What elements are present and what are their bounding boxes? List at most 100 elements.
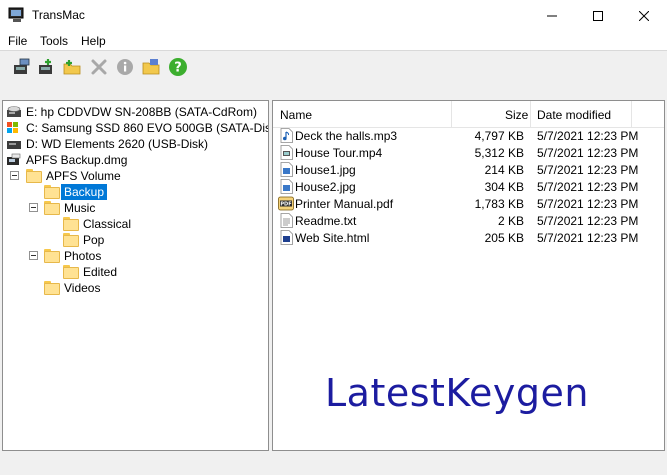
tree-item-classical[interactable]: Classical	[63, 216, 131, 232]
file-row[interactable]: House1.jpg 214 KB 5/7/2021 12:23 PM	[273, 161, 664, 178]
menu-file[interactable]: File	[8, 34, 27, 48]
file-name: Deck the halls.mp3	[295, 129, 398, 143]
help-icon: ?	[169, 58, 187, 76]
expander-apfs-volume[interactable]	[10, 171, 19, 180]
menu-bar: File Tools Help	[0, 31, 667, 51]
tree-item-drive-e[interactable]: E: hp CDDVDW SN-208BB (SATA-CdRom)	[6, 104, 257, 120]
usb-drive-icon	[6, 137, 22, 151]
file-row[interactable]: Readme.txt 2 KB 5/7/2021 12:23 PM	[273, 212, 664, 229]
pdf-file-icon: PDF	[278, 196, 294, 211]
tree-item-label: APFS Volume	[46, 169, 121, 183]
folder-icon	[63, 265, 79, 279]
folder-icon	[63, 233, 79, 247]
folder-icon	[44, 281, 60, 295]
column-header-size[interactable]: Size	[505, 108, 528, 122]
tree-item-disk-image[interactable]: APFS Backup.dmg	[6, 152, 127, 168]
file-date: 5/7/2021 12:23 PM	[537, 214, 639, 228]
tree-item-label-selected: Backup	[61, 184, 108, 200]
expander-photos[interactable]	[29, 251, 38, 260]
window-title: TransMac	[32, 8, 85, 22]
file-date: 5/7/2021 12:23 PM	[537, 129, 639, 143]
file-row[interactable]: House2.jpg 304 KB 5/7/2021 12:23 PM	[273, 178, 664, 195]
minimize-button[interactable]	[529, 0, 575, 31]
tree-item-label: Music	[64, 201, 96, 215]
file-name: Web Site.html	[295, 231, 370, 245]
file-size: 4,797 KB	[474, 129, 524, 143]
file-list[interactable]: Name Size Date modified Deck the halls.m…	[272, 100, 665, 451]
expander-music[interactable]	[29, 203, 38, 212]
help-button[interactable]: ?	[167, 56, 189, 78]
open-folder-button[interactable]	[140, 56, 162, 78]
tree-item-label: Pop	[83, 233, 105, 247]
tree-item-label: Photos	[64, 249, 102, 263]
delete-button[interactable]	[88, 56, 110, 78]
optical-drive-icon	[6, 105, 22, 119]
file-name: Printer Manual.pdf	[295, 197, 394, 211]
file-size: 304 KB	[484, 180, 524, 194]
file-row[interactable]: House Tour.mp4 5,312 KB 5/7/2021 12:23 P…	[273, 144, 664, 161]
close-button[interactable]	[621, 0, 667, 31]
system-drive-icon	[6, 121, 22, 135]
info-button[interactable]	[114, 56, 136, 78]
file-size: 205 KB	[484, 231, 524, 245]
open-disk-button[interactable]	[11, 56, 33, 78]
menu-help[interactable]: Help	[81, 34, 106, 48]
tree-item-label: E: hp CDDVDW SN-208BB (SATA-CdRom)	[26, 105, 257, 119]
column-divider[interactable]	[631, 101, 632, 127]
folder-icon	[44, 249, 60, 263]
new-folder-button[interactable]	[61, 56, 83, 78]
watermark-text: LatestKeygen	[325, 371, 589, 415]
tree-item-backup[interactable]: Backup	[44, 184, 108, 200]
folder-icon	[44, 201, 60, 215]
file-name: Readme.txt	[295, 214, 357, 228]
save-disk-icon	[39, 59, 52, 74]
file-row[interactable]: PDF Printer Manual.pdf 1,783 KB 5/7/2021…	[273, 195, 664, 212]
file-size: 1,783 KB	[474, 197, 524, 211]
title-bar: TransMac	[0, 0, 667, 31]
folder-tree[interactable]: E: hp CDDVDW SN-208BB (SATA-CdRom) C: Sa…	[2, 100, 269, 451]
column-divider[interactable]	[451, 101, 452, 127]
tree-item-drive-c[interactable]: C: Samsung SSD 860 EVO 500GB (SATA-Disk)	[6, 120, 268, 136]
list-header: Name Size Date modified	[273, 101, 664, 128]
file-date: 5/7/2021 12:23 PM	[537, 231, 639, 245]
file-size: 214 KB	[484, 163, 524, 177]
file-name: House1.jpg	[295, 163, 356, 177]
tree-item-label: D: WD Elements 2620 (USB-Disk)	[26, 137, 209, 151]
image-file-icon	[280, 162, 293, 177]
tree-item-pop[interactable]: Pop	[63, 232, 104, 248]
tree-item-edited[interactable]: Edited	[63, 264, 117, 280]
open-folder-icon	[142, 59, 160, 75]
file-date: 5/7/2021 12:23 PM	[537, 146, 639, 160]
file-size: 5,312 KB	[474, 146, 524, 160]
tree-item-videos[interactable]: Videos	[44, 280, 100, 296]
tree-item-apfs-volume[interactable]: APFS Volume	[26, 168, 121, 184]
audio-file-icon	[280, 128, 293, 143]
file-row[interactable]: Web Site.html 205 KB 5/7/2021 12:23 PM	[273, 229, 664, 246]
column-header-name[interactable]: Name	[280, 108, 312, 122]
tree-item-music[interactable]: Music	[44, 200, 95, 216]
maximize-icon	[593, 10, 603, 21]
toolbar: ?	[0, 52, 667, 96]
menu-tools[interactable]: Tools	[40, 34, 68, 48]
disk-image-icon	[6, 153, 22, 167]
column-divider[interactable]	[530, 101, 531, 127]
tree-item-label: APFS Backup.dmg	[26, 153, 128, 167]
image-file-icon	[280, 179, 293, 194]
column-header-date[interactable]: Date modified	[537, 108, 611, 122]
file-size: 2 KB	[497, 214, 524, 228]
file-date: 5/7/2021 12:23 PM	[537, 197, 639, 211]
file-row[interactable]: Deck the halls.mp3 4,797 KB 5/7/2021 12:…	[273, 127, 664, 144]
tree-item-drive-d[interactable]: D: WD Elements 2620 (USB-Disk)	[6, 136, 208, 152]
maximize-button[interactable]	[575, 0, 621, 31]
html-file-icon	[280, 230, 293, 245]
folder-icon	[63, 217, 79, 231]
save-disk-button[interactable]	[35, 56, 57, 78]
svg-text:PDF: PDF	[280, 202, 291, 208]
file-date: 5/7/2021 12:23 PM	[537, 163, 639, 177]
tree-item-photos[interactable]: Photos	[44, 248, 101, 264]
info-icon	[117, 59, 133, 75]
tree-item-label: Classical	[83, 217, 132, 231]
file-date: 5/7/2021 12:23 PM	[537, 180, 639, 194]
file-name: House Tour.mp4	[295, 146, 383, 160]
video-file-icon	[280, 145, 293, 160]
